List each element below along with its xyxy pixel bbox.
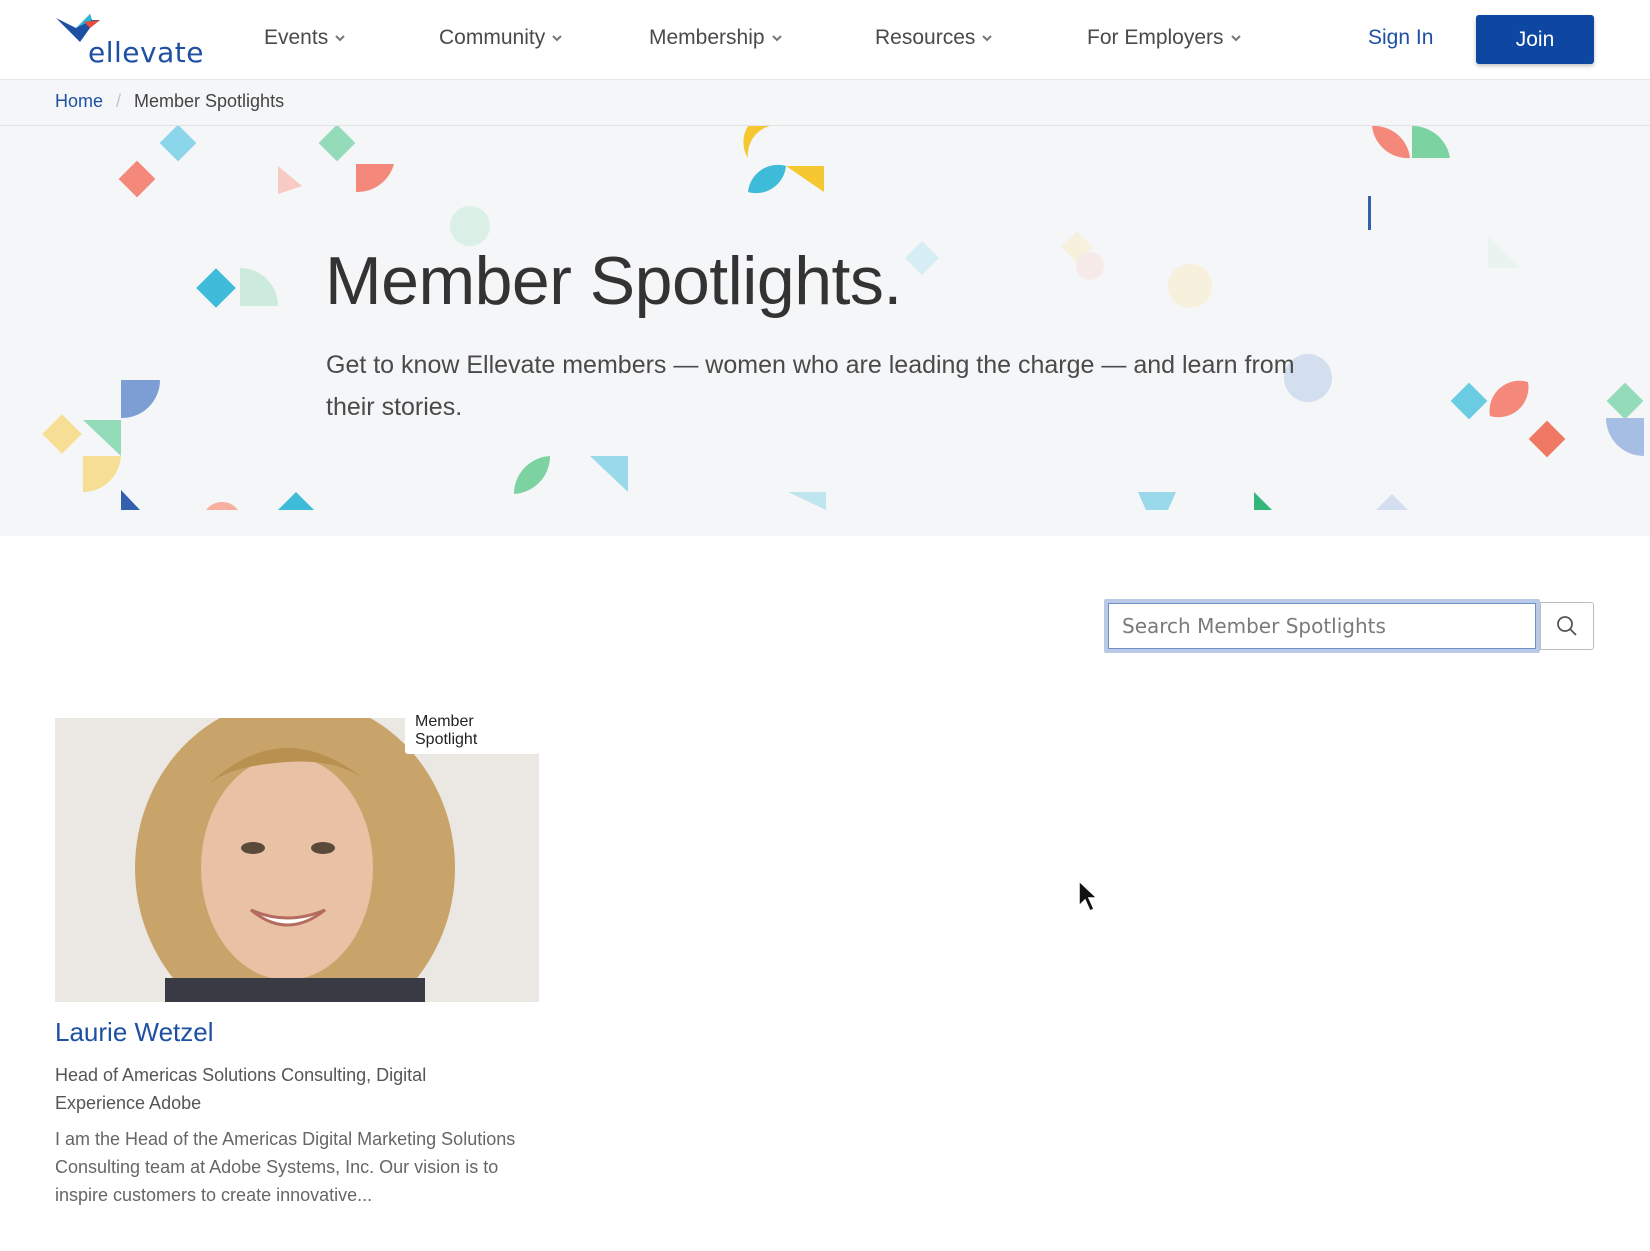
top-navigation: ellevate Events Community Membership Res… bbox=[0, 0, 1650, 80]
confetti-decoration bbox=[42, 126, 1644, 510]
nav-community-label: Community bbox=[439, 26, 546, 49]
sign-in-link[interactable]: Sign In bbox=[1368, 26, 1433, 50]
nav-events-label: Events bbox=[264, 26, 329, 49]
member-excerpt: I am the Head of the Americas Digital Ma… bbox=[55, 1129, 516, 1205]
chevron-down-icon bbox=[771, 35, 782, 42]
chevron-down-icon bbox=[982, 35, 993, 42]
nav-resources-label: Resources bbox=[875, 26, 976, 49]
spotlight-search bbox=[1104, 599, 1594, 653]
nav-membership[interactable]: Membership bbox=[649, 26, 783, 50]
category-badge: Member Spotlight bbox=[405, 708, 539, 754]
join-button[interactable]: Join bbox=[1476, 15, 1594, 64]
nav-events[interactable]: Events bbox=[264, 26, 346, 50]
nav-for-employers[interactable]: For Employers bbox=[1087, 26, 1242, 50]
breadcrumb-separator: / bbox=[116, 91, 122, 111]
search-icon bbox=[1557, 616, 1577, 636]
search-button[interactable] bbox=[1540, 602, 1594, 650]
mouse-cursor-icon bbox=[1078, 880, 1099, 913]
chevron-down-icon bbox=[552, 35, 562, 42]
logo-wordmark: ellevate bbox=[88, 36, 204, 69]
chevron-down-icon bbox=[335, 35, 345, 42]
search-input[interactable] bbox=[1104, 599, 1540, 653]
portrait-image bbox=[55, 718, 539, 1002]
breadcrumb-home-link[interactable]: Home bbox=[55, 91, 103, 112]
nav-membership-label: Membership bbox=[649, 26, 765, 49]
ellevate-logo[interactable]: ellevate bbox=[54, 12, 204, 69]
member-name-link[interactable]: Laurie Wetzel bbox=[55, 1017, 214, 1048]
nav-resources[interactable]: Resources bbox=[875, 26, 993, 50]
hero-banner: Member Spotlights. Get to know Ellevate … bbox=[0, 126, 1650, 536]
member-photo[interactable] bbox=[55, 718, 539, 1002]
breadcrumb-current: Member Spotlights bbox=[134, 91, 285, 111]
breadcrumb: Home / Member Spotlights bbox=[0, 80, 1650, 126]
member-role: Head of Americas Solutions Consulting, D… bbox=[55, 1065, 427, 1113]
chevron-down-icon bbox=[1230, 35, 1241, 42]
nav-community[interactable]: Community bbox=[439, 26, 563, 50]
nav-for-employers-label: For Employers bbox=[1087, 26, 1224, 49]
page-subtitle: Get to know Ellevate members — women who… bbox=[326, 351, 1295, 421]
page-title: Member Spotlights. bbox=[325, 243, 902, 319]
